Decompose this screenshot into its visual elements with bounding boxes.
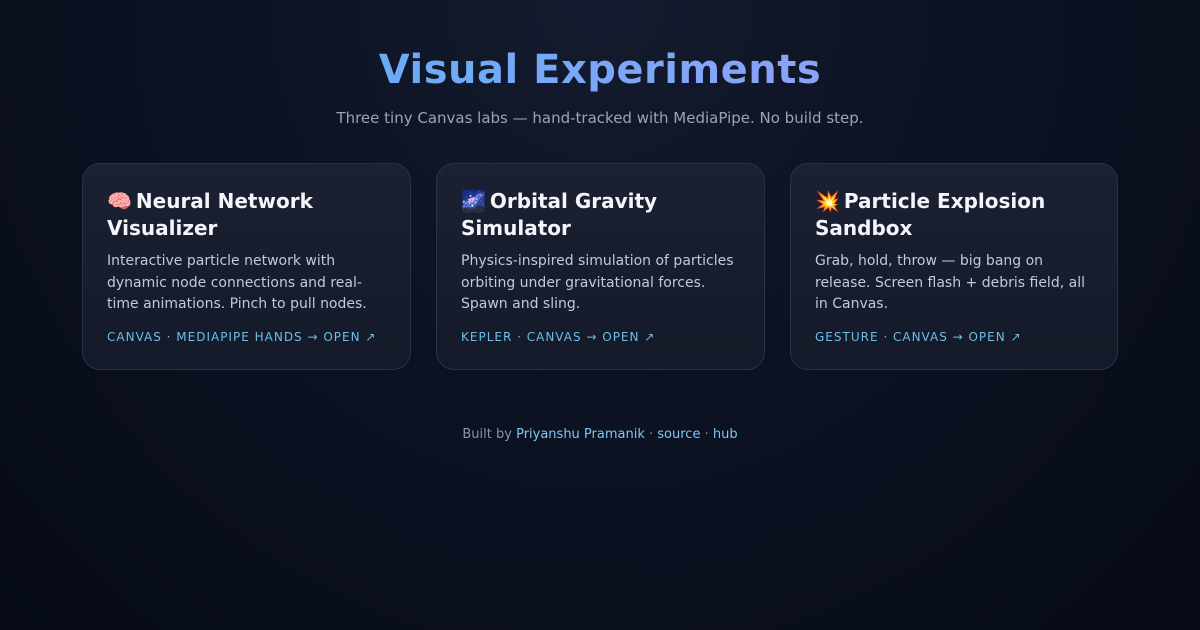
card-title-text: Particle Explosion Sandbox bbox=[815, 189, 1046, 240]
card-tags-link[interactable]: GESTURE · CANVAS → OPEN ↗ bbox=[815, 328, 1093, 346]
author-link[interactable]: Priyanshu Pramanik bbox=[516, 427, 645, 442]
page-header: Visual Experiments Three tiny Canvas lab… bbox=[0, 0, 1200, 128]
page-footer: Built by Priyanshu Pramanik · source · h… bbox=[0, 427, 1200, 442]
card-tags-link[interactable]: CANVAS · MEDIAPIPE HANDS → OPEN ↗ bbox=[107, 328, 386, 346]
card-title-text: Neural Network Visualizer bbox=[107, 189, 313, 240]
source-link[interactable]: source bbox=[657, 427, 700, 442]
card-title: 💥 Particle Explosion Sandbox bbox=[815, 188, 1093, 242]
card-description: Physics-inspired simulation of particles… bbox=[461, 253, 734, 312]
card-title-text: Orbital Gravity Simulator bbox=[461, 189, 658, 240]
galaxy-icon: 🌌 bbox=[461, 189, 486, 213]
card-description: Interactive particle network with dynami… bbox=[107, 253, 367, 312]
card-title: 🌌 Orbital Gravity Simulator bbox=[461, 188, 740, 242]
hub-link[interactable]: hub bbox=[713, 427, 738, 442]
footer-separator: · bbox=[649, 427, 654, 442]
card-description: Grab, hold, throw — big bang on release.… bbox=[815, 253, 1085, 312]
brain-icon: 🧠 bbox=[107, 189, 132, 213]
card-tags-link[interactable]: KEPLER · CANVAS → OPEN ↗ bbox=[461, 328, 740, 346]
card-neural-network[interactable]: 🧠 Neural Network Visualizer Interactive p… bbox=[82, 163, 411, 370]
card-particle-explosion[interactable]: 💥 Particle Explosion Sandbox Grab, hold, … bbox=[790, 163, 1118, 370]
page-subtitle: Three tiny Canvas labs — hand-tracked wi… bbox=[336, 109, 864, 127]
footer-prefix: Built by bbox=[462, 427, 512, 442]
experiment-cards: 🧠 Neural Network Visualizer Interactive p… bbox=[82, 163, 1118, 370]
card-orbital-gravity[interactable]: 🌌 Orbital Gravity Simulator Physics-inspi… bbox=[436, 163, 765, 370]
page-title: Visual Experiments bbox=[0, 44, 1200, 96]
footer-separator: · bbox=[704, 427, 709, 442]
explosion-icon: 💥 bbox=[815, 189, 840, 213]
card-title: 🧠 Neural Network Visualizer bbox=[107, 188, 386, 242]
